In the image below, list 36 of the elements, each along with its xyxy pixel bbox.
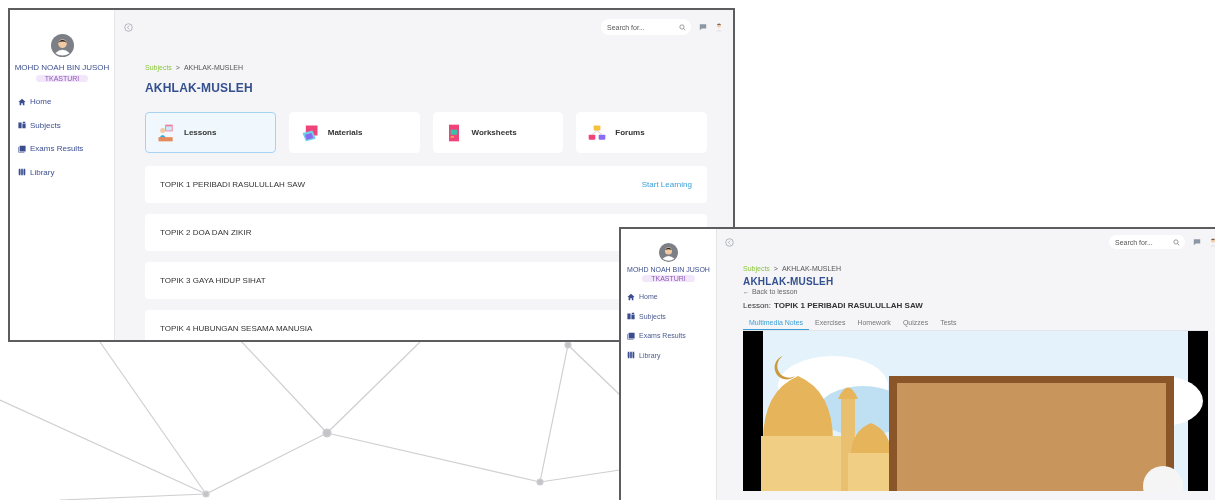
topic-title: TOPIK 4 HUBUNGAN SESAMA MANUSIA — [160, 324, 313, 333]
chat-icon[interactable] — [699, 23, 707, 31]
lesson-title: TOPIK 1 PERIBADI RASULULLAH SAW — [774, 301, 923, 310]
sidebar-item[interactable]: Exams Results — [10, 137, 114, 161]
document-stack-icon — [18, 144, 26, 153]
collapse-icon[interactable] — [124, 22, 133, 32]
collapse-icon[interactable] — [725, 237, 734, 247]
category-card[interactable]: Lessons — [145, 112, 276, 153]
lesson-label: Lesson: — [743, 301, 772, 310]
sidebar-item[interactable]: Home — [10, 90, 114, 114]
home-icon — [627, 292, 635, 301]
search-icon[interactable] — [679, 23, 686, 31]
category-card[interactable]: Materials — [288, 112, 420, 153]
category-card[interactable]: Worksheets — [432, 112, 564, 153]
search-icon[interactable] — [1173, 238, 1180, 246]
page-title: AKHLAK-MUSLEH — [743, 276, 835, 287]
grid-icon — [627, 351, 635, 360]
chat-icon[interactable] — [1193, 238, 1201, 246]
sidebar-item[interactable]: Library — [10, 160, 114, 184]
sidebar-item[interactable]: Subjects — [10, 113, 114, 137]
topic-title: TOPIK 1 PERIBADI RASULULLAH SAW — [160, 180, 305, 189]
category-card[interactable]: Forums — [576, 112, 707, 153]
teacher-icon — [156, 122, 176, 143]
avatar-icon[interactable] — [715, 22, 723, 32]
topic-title: TOPIK 2 DOA DAN ZIKIR — [160, 228, 252, 237]
avatar-icon[interactable] — [1209, 237, 1215, 247]
grid-icon — [18, 168, 26, 177]
page-title: AKHLAK-MUSLEH — [145, 81, 254, 95]
document-stack-icon — [627, 331, 635, 340]
books-icon — [18, 121, 26, 130]
avatar-icon — [659, 243, 678, 262]
avatar-icon — [50, 34, 74, 57]
topic-title: TOPIK 3 GAYA HIDUP SIHAT — [160, 276, 266, 285]
home-icon — [18, 97, 26, 106]
user-name: MOHD NOAH BIN JUSOH — [14, 63, 110, 72]
books-icon — [627, 312, 635, 321]
